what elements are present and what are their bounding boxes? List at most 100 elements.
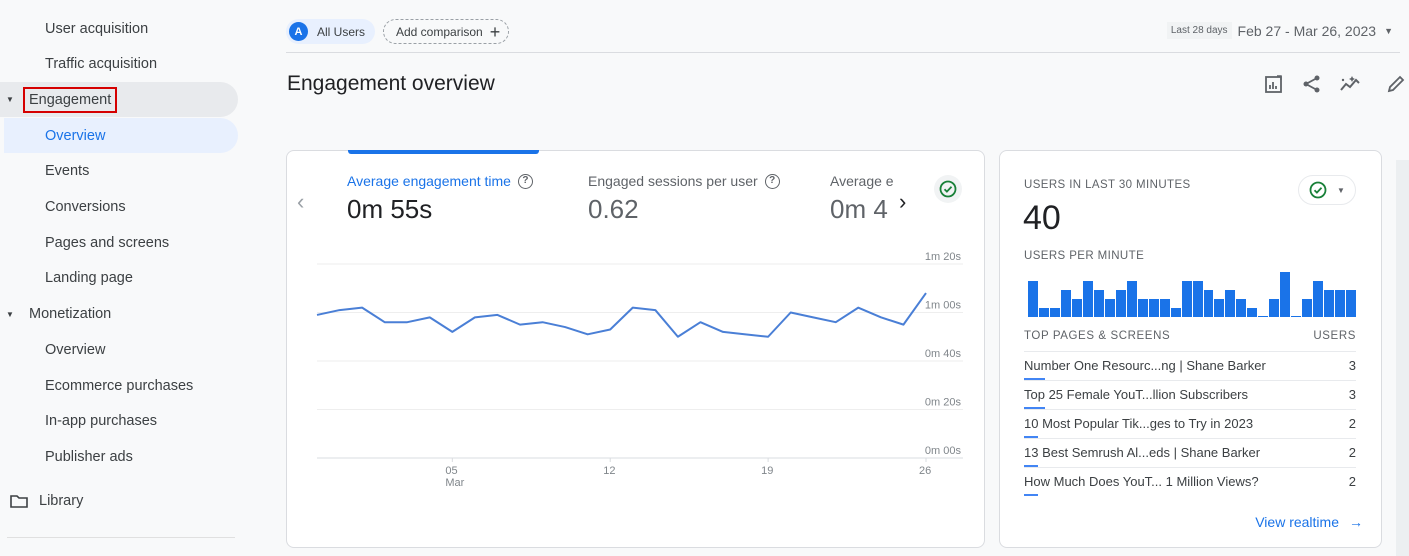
minute-bar[interactable]: [1181, 281, 1192, 317]
minute-bar[interactable]: [1038, 308, 1049, 317]
data-point[interactable]: [403, 318, 411, 326]
sidebar-item-pages-and-screens[interactable]: Pages and screens: [0, 225, 238, 260]
data-point[interactable]: [764, 333, 772, 341]
minute-bar[interactable]: [1225, 290, 1236, 317]
y-tick-label: 0m 20s: [925, 397, 962, 409]
minute-bar[interactable]: [1258, 316, 1269, 317]
minute-bar[interactable]: [1126, 281, 1137, 317]
minute-bar[interactable]: [1346, 290, 1357, 317]
add-comparison-button[interactable]: Add comparison +: [383, 19, 510, 44]
data-point[interactable]: [854, 304, 862, 312]
data-point[interactable]: [471, 313, 479, 321]
sidebar-item-traffic-acquisition[interactable]: Traffic acquisition: [0, 47, 238, 82]
sidebar-item-label: Ecommerce purchases: [45, 377, 194, 394]
data-point[interactable]: [539, 318, 547, 326]
engagement-metrics-card: ‹ Average engagement time? 0m 55s Engage…: [286, 150, 985, 548]
minute-bar[interactable]: [1159, 299, 1170, 317]
top-page-row[interactable]: Top 25 Female YouT...llion Subscribers 3: [1024, 380, 1356, 409]
data-point[interactable]: [651, 306, 659, 314]
data-point[interactable]: [832, 318, 840, 326]
data-point[interactable]: [381, 318, 389, 326]
users-last-30-min-label: USERS IN LAST 30 MINUTES: [1024, 179, 1191, 191]
sidebar-item-landing-page[interactable]: Landing page: [0, 261, 238, 296]
top-page-row[interactable]: 10 Most Popular Tik...ges to Try in 2023…: [1024, 409, 1356, 438]
sidebar-item-engagement[interactable]: ▼ Engagement: [0, 82, 238, 118]
minute-bar[interactable]: [1071, 299, 1082, 317]
page-title: Top 25 Female YouT...llion Subscribers: [1024, 386, 1249, 402]
data-point[interactable]: [516, 321, 524, 329]
data-point[interactable]: [313, 311, 321, 319]
minute-bar[interactable]: [1313, 281, 1324, 317]
data-point[interactable]: [787, 309, 795, 317]
minute-bar[interactable]: [1060, 290, 1071, 317]
minute-bar[interactable]: [1203, 290, 1214, 317]
data-point[interactable]: [719, 328, 727, 336]
minute-bar[interactable]: [1247, 308, 1258, 317]
realtime-status-dropdown[interactable]: ▼: [1298, 175, 1356, 205]
edit-icon[interactable]: [1384, 72, 1408, 96]
x-tick-label: 26: [919, 465, 931, 477]
data-point[interactable]: [584, 330, 592, 338]
sidebar-item-overview[interactable]: Overview: [4, 118, 238, 154]
scrollbar-track[interactable]: [1396, 160, 1409, 556]
sidebar-item-ecommerce-purchases[interactable]: Ecommerce purchases: [0, 368, 238, 403]
data-point[interactable]: [877, 313, 885, 321]
minute-bar[interactable]: [1236, 299, 1247, 317]
data-point[interactable]: [899, 321, 907, 329]
sidebar-item-overview[interactable]: Overview: [0, 332, 238, 367]
data-point[interactable]: [809, 313, 817, 321]
minute-bar[interactable]: [1291, 316, 1302, 317]
top-page-row[interactable]: 13 Best Semrush Al...eds | Shane Barker 2: [1024, 438, 1356, 467]
sidebar-divider: [7, 537, 235, 538]
top-pages-label: TOP PAGES & SCREENS: [1024, 330, 1171, 342]
sidebar-item-label: Overview: [45, 127, 106, 144]
data-point[interactable]: [629, 304, 637, 312]
minute-bar[interactable]: [1148, 299, 1159, 317]
sidebar-item-monetization[interactable]: ▼ Monetization: [0, 297, 238, 332]
data-point[interactable]: [606, 325, 614, 333]
segment-chip-all-users[interactable]: A All Users: [286, 19, 376, 44]
data-point[interactable]: [426, 313, 434, 321]
insights-icon[interactable]: [1338, 72, 1362, 96]
data-point[interactable]: [561, 323, 569, 331]
minute-bar[interactable]: [1214, 299, 1225, 317]
minute-bar[interactable]: [1049, 308, 1060, 317]
sidebar-item-label: Publisher ads: [45, 448, 133, 465]
x-tick-sublabel: Mar: [445, 477, 464, 489]
minute-bar[interactable]: [1324, 290, 1335, 317]
minute-bar[interactable]: [1104, 299, 1115, 317]
data-point[interactable]: [922, 289, 930, 297]
sidebar-item-user-acquisition[interactable]: User acquisition: [0, 11, 238, 46]
customize-report-icon[interactable]: [1262, 72, 1286, 96]
data-point[interactable]: [336, 306, 344, 314]
data-point[interactable]: [448, 328, 456, 336]
sidebar-item-label: Monetization: [29, 306, 112, 323]
data-point[interactable]: [696, 318, 704, 326]
minute-bar[interactable]: [1335, 290, 1346, 317]
minute-bar[interactable]: [1115, 290, 1126, 317]
sidebar-item-events[interactable]: Events: [0, 154, 238, 189]
data-point[interactable]: [358, 304, 366, 312]
minute-bar[interactable]: [1269, 299, 1280, 317]
data-point[interactable]: [742, 330, 750, 338]
minute-bar[interactable]: [1093, 290, 1104, 317]
minute-bar[interactable]: [1137, 299, 1148, 317]
top-page-row[interactable]: How Much Does YouT... 1 Million Views? 2: [1024, 467, 1356, 496]
minute-bar[interactable]: [1028, 281, 1038, 317]
sidebar-item-conversions[interactable]: Conversions: [0, 190, 238, 225]
minute-bar[interactable]: [1302, 299, 1313, 317]
sidebar-item-publisher-ads[interactable]: Publisher ads: [0, 439, 238, 474]
data-point[interactable]: [674, 333, 682, 341]
minute-bar[interactable]: [1170, 308, 1181, 317]
minute-bar[interactable]: [1280, 272, 1291, 317]
view-realtime-link[interactable]: View realtime →: [1255, 514, 1363, 530]
date-range-picker[interactable]: Last 28 days Feb 27 - Mar 26, 2023 ▼: [1166, 22, 1393, 39]
sidebar-item-in-app-purchases[interactable]: In-app purchases: [0, 404, 238, 439]
minute-bar[interactable]: [1192, 281, 1203, 317]
sidebar-item-library[interactable]: Library: [10, 493, 83, 509]
share-icon[interactable]: [1300, 72, 1324, 96]
data-point[interactable]: [493, 311, 501, 319]
minute-bar[interactable]: [1082, 281, 1093, 317]
sidebar-item-label: Traffic acquisition: [45, 56, 158, 73]
top-page-row[interactable]: Number One Resourc...ng | Shane Barker 3: [1024, 351, 1356, 380]
